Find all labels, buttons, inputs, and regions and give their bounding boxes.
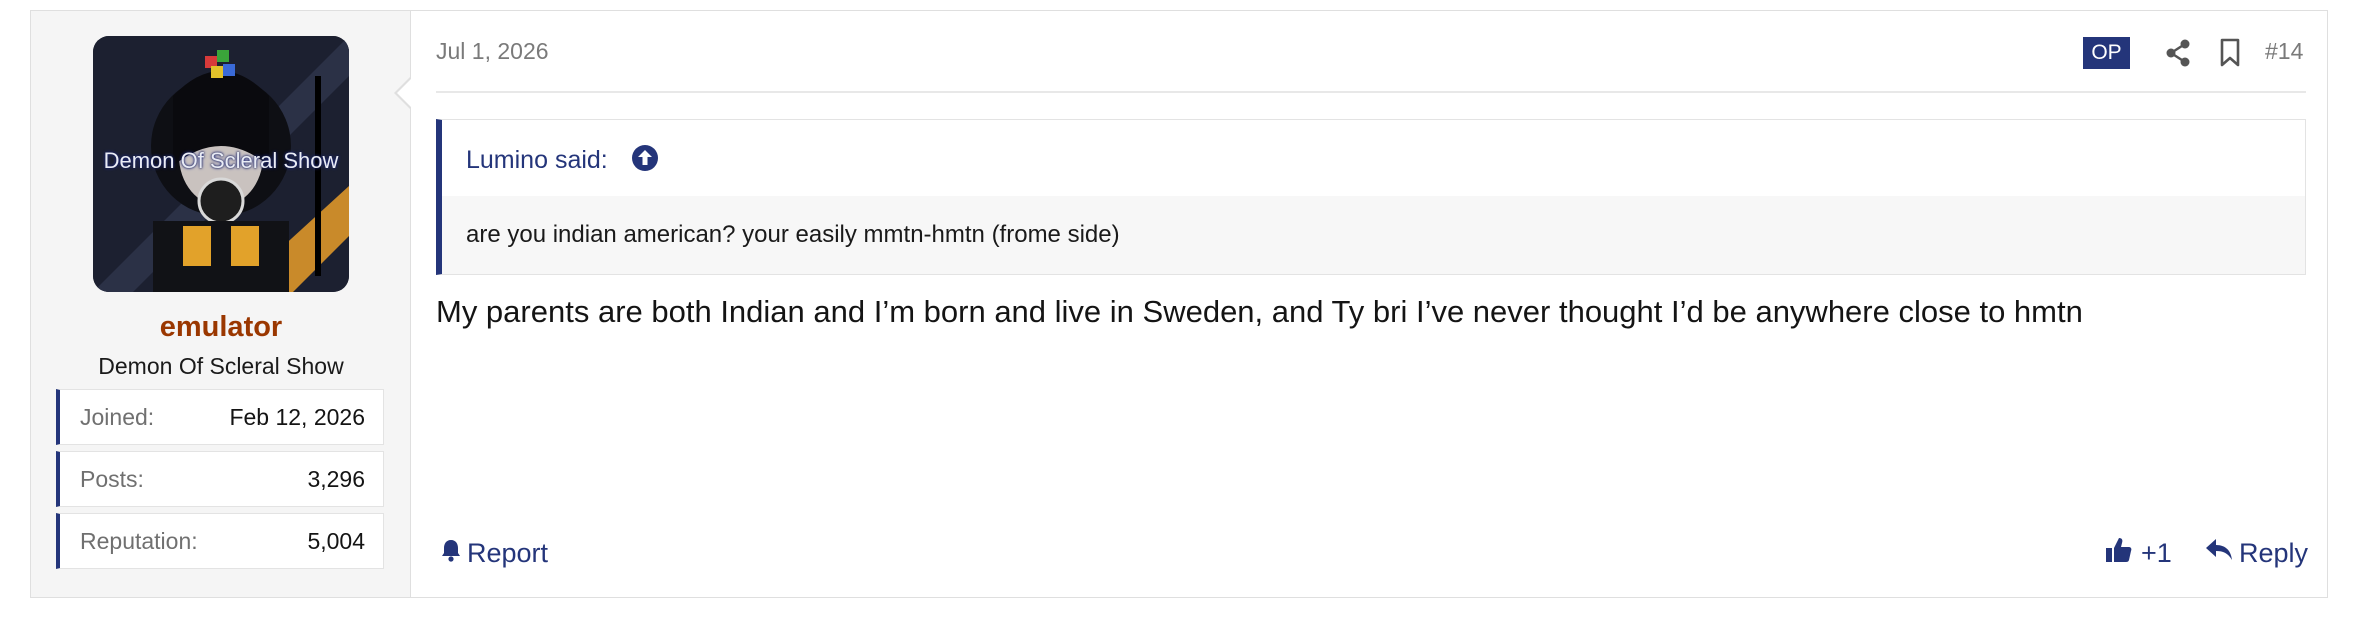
stat-label: Joined:	[80, 404, 155, 430]
share-icon[interactable]	[2165, 39, 2191, 72]
avatar[interactable]: Demon Of Scleral Show	[93, 36, 349, 292]
like-count: +1	[2141, 537, 2172, 568]
quote-author[interactable]: Lumino said:	[466, 146, 608, 175]
reply-label: Reply	[2239, 537, 2309, 568]
post-date[interactable]: Jul 1, 2026	[436, 38, 549, 65]
stat-joined: Joined: Feb 12, 2026	[56, 389, 384, 445]
quote-body: are you indian american? your easily mmt…	[442, 196, 2305, 274]
post-container: Demon Of Scleral Show emulator Demon Of …	[30, 10, 2328, 598]
user-title: Demon Of Scleral Show	[98, 353, 344, 379]
user-panel: Demon Of Scleral Show emulator Demon Of …	[31, 11, 411, 597]
arrow-up-circle-icon[interactable]	[631, 144, 659, 172]
stat-label: Posts:	[80, 466, 144, 492]
stat-reputation: Reputation: 5,004	[56, 513, 384, 569]
stat-value: Feb 12, 2026	[229, 404, 365, 430]
reply-button[interactable]: Reply	[2205, 535, 2308, 571]
bell-icon	[441, 538, 461, 569]
like-button[interactable]: +1	[2105, 535, 2172, 571]
bookmark-icon[interactable]	[2219, 38, 2241, 73]
report-label: Report	[467, 537, 549, 568]
stat-posts: Posts: 3,296	[56, 451, 384, 507]
quote-text: are you indian american? your easily mmt…	[466, 221, 1120, 248]
username[interactable]: emulator	[31, 311, 411, 344]
post-number[interactable]: #14	[2265, 38, 2303, 65]
header-divider	[436, 91, 2306, 93]
report-button[interactable]: Report	[441, 535, 548, 571]
stat-value: 3,296	[307, 466, 365, 492]
reply-icon	[2205, 538, 2233, 569]
user-panel-arrow-inner	[397, 78, 412, 108]
post-message: My parents are both Indian and I’m born …	[436, 294, 2083, 329]
quote-block: Lumino said: are you indian american? yo…	[436, 119, 2306, 275]
op-badge: OP	[2083, 37, 2130, 69]
avatar-caption: Demon Of Scleral Show	[103, 148, 339, 173]
stat-label: Reputation:	[80, 528, 198, 554]
thumbs-up-icon	[2105, 536, 2133, 571]
stat-value: 5,004	[307, 528, 365, 554]
